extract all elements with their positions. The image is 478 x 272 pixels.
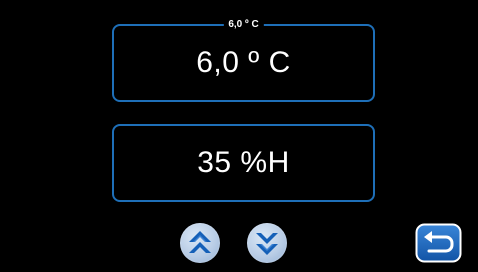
- decrease-button[interactable]: [247, 223, 287, 263]
- double-chevron-up-icon: [189, 231, 211, 253]
- increase-button[interactable]: [180, 223, 220, 263]
- back-button[interactable]: [415, 223, 462, 263]
- humidity-panel: 35 %H: [112, 124, 375, 202]
- humidity-value: 35 %H: [197, 146, 290, 179]
- double-chevron-down-icon: [256, 233, 278, 255]
- return-arrow-icon: [415, 223, 462, 263]
- temperature-value: 6,0 º C: [196, 46, 291, 79]
- temperature-panel: 6,0 º C 6,0 º C: [112, 17, 375, 102]
